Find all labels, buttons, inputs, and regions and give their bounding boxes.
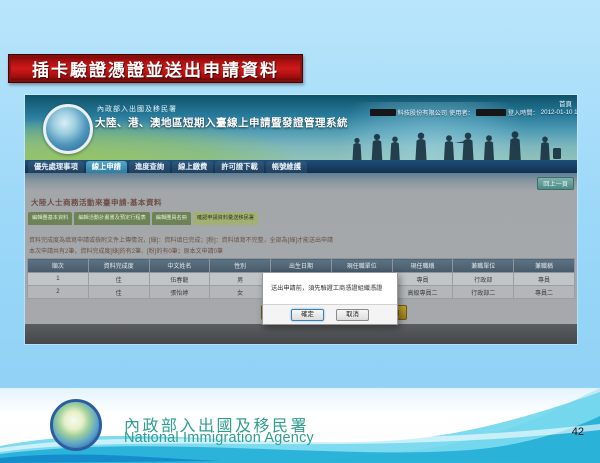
table-cell: 行政部二 [453, 286, 514, 299]
nav-permit-download[interactable]: 許可證下載 [215, 161, 263, 173]
table-cell: 佳 [88, 286, 149, 299]
webapp-system-title: 大陸、港、澳地區短期入臺線上申請暨發證管理系統 [95, 115, 348, 130]
table-cell: 1 [28, 273, 89, 286]
nav-account-maintenance[interactable]: 帳號維護 [266, 161, 307, 173]
table-cell: 專員 [392, 273, 453, 286]
webapp-agency-logo [43, 104, 93, 154]
login-time: 2012-01-10 15 [541, 109, 577, 116]
table-cell: 專員二 [514, 286, 575, 299]
dialog-button-bar: 確定 取消 [263, 304, 397, 324]
column-header: 現任職單位 [331, 259, 392, 273]
user-label: 使用者： [449, 108, 474, 117]
nav-progress-query[interactable]: 進度查詢 [129, 161, 170, 173]
back-to-previous-button[interactable]: 回上一頁 [537, 177, 574, 190]
company-suffix: 科技股份有限公司 [398, 108, 448, 117]
dialog-message: 送出申請前，須先驗證工商憑證組織憑證 [271, 283, 391, 292]
nav-menu: 優先處理事項線上申請進度查詢線上繳費許可證下載帳號維護 [25, 160, 577, 173]
column-header: 中文姓名 [149, 259, 210, 273]
table-cell: 張怡婷 [149, 286, 210, 299]
home-link[interactable]: 首頁 [559, 98, 572, 108]
slide-title: 插卡驗證憑證並送出申請資料 [32, 56, 279, 81]
nia-logo [50, 399, 102, 451]
column-header: 現任職稱 [392, 259, 453, 273]
tab-activity-plan[interactable]: 編輯活動計畫書及預定行程表 [74, 212, 149, 225]
webapp-screenshot: 內政部入出國及移民署 大陸、港、澳地區短期入臺線上申請暨發證管理系統 首頁 科技… [25, 95, 577, 344]
content-footer-band [25, 324, 577, 344]
column-header: 兼職單位 [453, 259, 514, 273]
redacted-company-name [370, 109, 396, 116]
nav-online-apply[interactable]: 線上申請 [86, 161, 127, 173]
login-info-bar: 科技股份有限公司使用者： 登入時間：2012-01-10 15 [370, 108, 577, 117]
table-cell: 2 [28, 286, 89, 299]
table-cell: 佳 [88, 273, 149, 286]
webapp-header: 內政部入出國及移民署 大陸、港、澳地區短期入臺線上申請暨發證管理系統 首頁 科技… [25, 95, 577, 160]
tab-member-roster[interactable]: 編輯團員名冊 [152, 212, 191, 225]
slide-footer: 內政部入出國及移民署 National Immigration Agency 4… [0, 388, 600, 463]
completion-note: 資料完成度為填寫申請或檢附文件上傳情況，[綠]：資料填已完成；[粉]：資料填寫不… [29, 235, 333, 244]
column-header: 資料完成度 [88, 259, 149, 273]
tab-confirm-submit[interactable]: 確認申請資料彙送移民署 [193, 212, 258, 225]
application-count-note: 本次申請共有2筆，資料完成度[綠]的有2筆、[粉]的有0筆；原本文申請0筆 [29, 246, 223, 255]
table-header-row: 順次資料完成度中文姓名性別出生日期現任職單位現任職稱兼職單位兼職稱 [28, 259, 575, 273]
confirm-dialog: 送出申請前，須先驗證工商憑證組織憑證 確定 取消 [262, 272, 398, 325]
ok-button[interactable]: 確定 [291, 309, 324, 321]
login-label: 登入時間： [508, 108, 539, 117]
table-cell: 專員 [514, 273, 575, 286]
column-header: 兼職稱 [514, 259, 575, 273]
table-cell: 行政部 [453, 273, 514, 286]
nav-online-payment[interactable]: 線上繳費 [172, 161, 213, 173]
table-cell: 高級專員二 [392, 286, 453, 299]
redacted-user-name [476, 109, 506, 116]
tab-group-info[interactable]: 編輯團基本資料 [28, 212, 72, 225]
slide-title-banner: 插卡驗證憑證並送出申請資料 [8, 54, 303, 83]
table-cell: 伍春龍 [149, 273, 210, 286]
column-header: 出生日期 [271, 259, 332, 273]
cancel-button[interactable]: 取消 [336, 309, 369, 321]
page-title: 大陸人士商務活動來臺申請-基本資料 [31, 197, 162, 208]
form-tabs: 編輯團基本資料編輯活動計畫書及預定行程表編輯團員名冊確認申請資料彙送移民署 [28, 212, 258, 225]
webapp-agency-name: 內政部入出國及移民署 [97, 104, 177, 114]
footer-agency-en: National Immigration Agency [124, 430, 314, 446]
presentation-slide: 插卡驗證憑證並送出申請資料 [0, 0, 600, 463]
page-number: 42 [572, 426, 584, 438]
column-header: 順次 [28, 259, 89, 273]
nav-priority-items[interactable]: 優先處理事項 [28, 161, 84, 173]
column-header: 性別 [210, 259, 271, 273]
